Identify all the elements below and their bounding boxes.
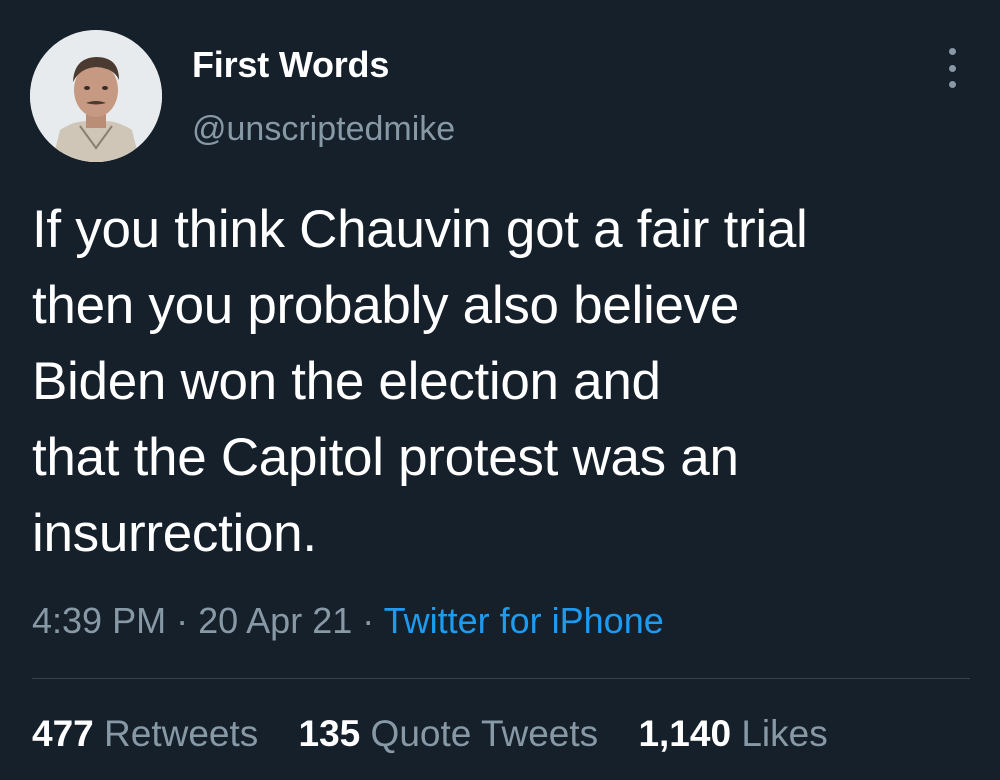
quote-tweets-stat[interactable]: 135 Quote Tweets — [299, 713, 599, 755]
likes-stat[interactable]: 1,140 Likes — [638, 713, 827, 755]
avatar[interactable] — [30, 30, 162, 162]
retweets-count: 477 — [32, 713, 94, 754]
user-handle[interactable]: @unscriptedmike — [192, 110, 455, 149]
more-dot — [948, 48, 956, 55]
tweet-card: First Words @unscriptedmike If you think… — [0, 0, 1000, 780]
retweets-stat[interactable]: 477 Retweets — [32, 713, 258, 755]
tweet-date[interactable]: 20 Apr 21 — [198, 600, 352, 641]
likes-count: 1,140 — [638, 713, 732, 754]
display-name[interactable]: First Words — [192, 44, 389, 86]
tweet-source-link[interactable]: Twitter for iPhone — [384, 600, 664, 641]
more-dot — [948, 64, 956, 72]
retweets-label: Retweets — [104, 713, 259, 754]
tweet-text-line: that the Capitol protest was an — [32, 428, 739, 487]
tweet-text-line: insurrection. — [32, 504, 317, 563]
likes-label: Likes — [741, 713, 828, 754]
more-dot — [948, 81, 956, 88]
tweet-text-line: Biden won the election and — [32, 352, 661, 411]
tweet-stats: 477 Retweets 135 Quote Tweets 1,140 Like… — [32, 713, 858, 755]
tweet-text: If you think Chauvin got a fair trial th… — [32, 192, 972, 572]
quote-tweets-label: Quote Tweets — [370, 713, 599, 754]
meta-separator: · — [176, 600, 189, 641]
quote-tweets-count: 135 — [298, 713, 361, 754]
avatar-image — [30, 30, 162, 162]
tweet-text-line: then you probably also believe — [32, 276, 739, 335]
tweet-time[interactable]: 4:39 PM — [32, 600, 166, 641]
tweet-text-line: If you think Chauvin got a fair trial — [32, 200, 808, 259]
more-vertical-icon[interactable] — [934, 48, 970, 88]
tweet-meta: 4:39 PM · 20 Apr 21 · Twitter for iPhone — [32, 600, 664, 642]
divider — [32, 678, 970, 679]
meta-separator: · — [362, 600, 375, 641]
